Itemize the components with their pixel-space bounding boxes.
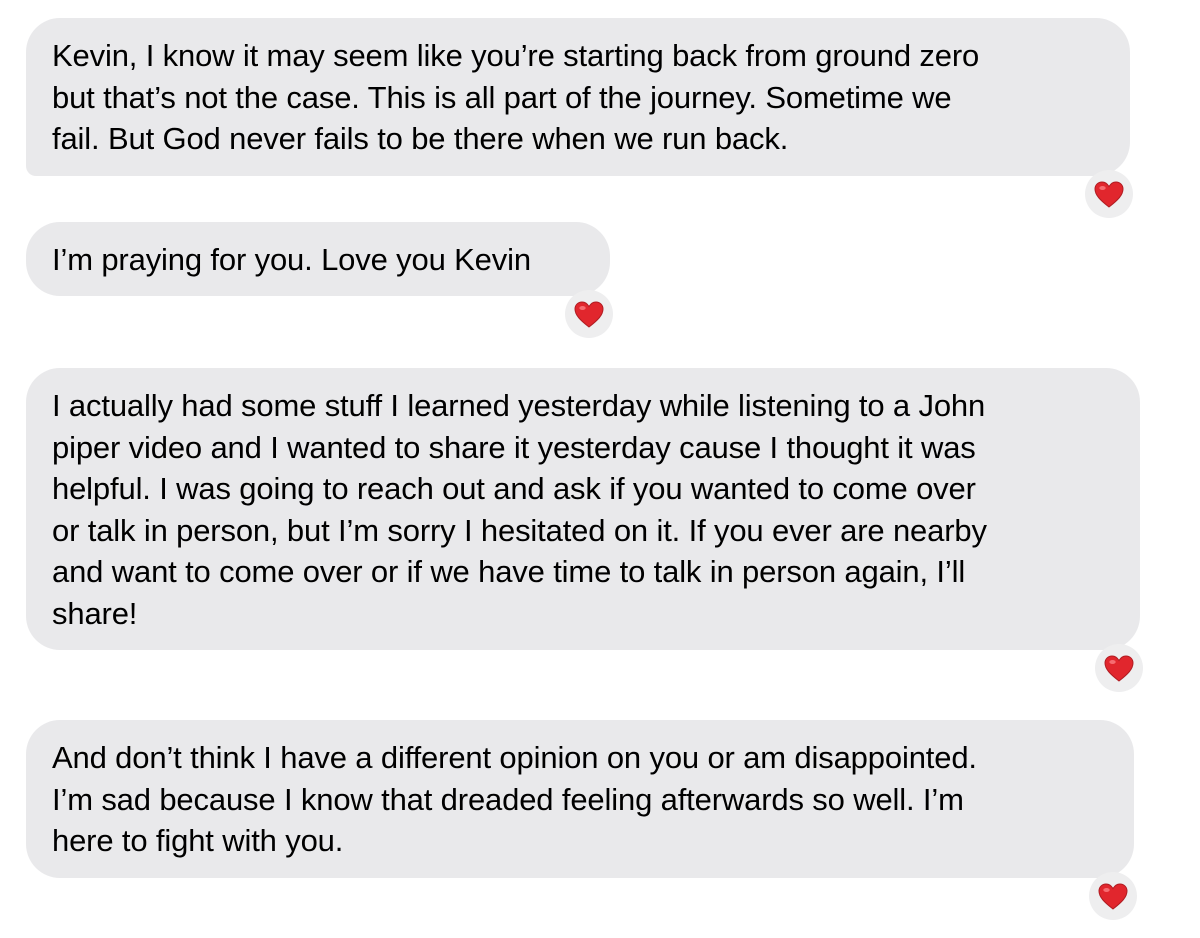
heart-icon [574, 300, 604, 328]
message-text: I actually had some stuff I learned yest… [52, 388, 987, 631]
received-message-bubble[interactable]: And don’t think I have a different opini… [26, 720, 1134, 878]
heart-icon [1098, 882, 1128, 910]
message-text: Kevin, I know it may seem like you’re st… [52, 38, 980, 156]
message-text: I’m praying for you. Love you Kevin [52, 242, 531, 277]
received-message-bubble[interactable]: Kevin, I know it may seem like you’re st… [26, 18, 1130, 176]
heart-reaction-badge[interactable] [565, 290, 613, 338]
heart-reaction-badge[interactable] [1085, 170, 1133, 218]
heart-icon [1094, 180, 1124, 208]
received-message-bubble[interactable]: I actually had some stuff I learned yest… [26, 368, 1140, 650]
message-text: And don’t think I have a different opini… [52, 740, 977, 858]
heart-reaction-badge[interactable] [1089, 872, 1137, 920]
heart-icon [1104, 654, 1134, 682]
received-message-bubble[interactable]: I’m praying for you. Love you Kevin [26, 222, 610, 296]
heart-reaction-badge[interactable] [1095, 644, 1143, 692]
